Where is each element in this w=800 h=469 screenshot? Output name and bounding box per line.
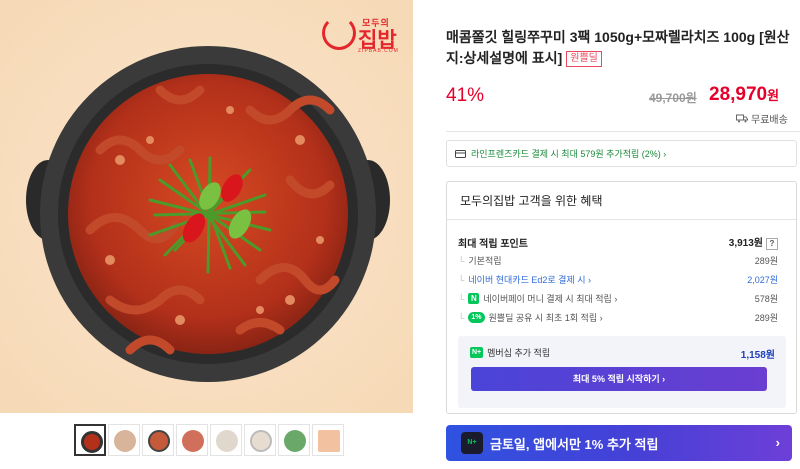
max-points-value: 3,913원	[728, 238, 763, 249]
thumbnail-4[interactable]	[176, 424, 208, 456]
benefit-label[interactable]: 네이버페이 머니 결제 시 최대 적립 ›	[483, 292, 617, 305]
divider	[446, 131, 800, 132]
benefits-heading: 모두의집밥 고객을 위한 혜택	[447, 182, 796, 220]
card-promo-text: 라인프렌즈카드 결제 시 최대 579원 추가적립 (2%) ›	[471, 149, 667, 159]
naver-plus-app-icon: N+	[461, 432, 483, 454]
sale-price-unit: 원	[767, 88, 780, 103]
benefit-row-hyundai-card[interactable]: └ 네이버 현대카드 Ed2로 결제 시 › 2,027원	[458, 273, 778, 286]
help-icon[interactable]: ?	[766, 238, 778, 250]
product-title: 매콤쫄깃 힐링쭈꾸미 3팩 1050g+모짜렐라치즈 100g [원산지:상세설…	[446, 27, 798, 69]
benefit-value: 578원	[754, 294, 778, 304]
product-main-image[interactable]	[0, 0, 413, 413]
zipbab-logo: 모두의 집밥 ZIPBAB.COM	[322, 14, 402, 54]
credit-card-icon	[455, 149, 466, 158]
app-promo-text: 금토일, 앱에서만 1% 추가 적립	[490, 436, 659, 452]
membership-box: N+ 멤버십 추가 적립 1,158원 최대 5% 적립 시작하기 ›	[458, 336, 786, 408]
thumbnail-7[interactable]	[278, 424, 310, 456]
truck-icon	[736, 114, 748, 123]
product-page: 모두의 집밥 ZIPBAB.COM 매콤쫄깃 힐링쭈꾸미 3팩 1050g+모짜…	[0, 0, 800, 469]
sale-price-number: 28,970	[709, 84, 768, 105]
shipping-info: 무료배송	[736, 111, 788, 126]
naverpay-icon: N	[468, 293, 480, 304]
naver-plus-icon: N+	[470, 347, 484, 358]
oneplus-deal-badge: 원쁠딜	[566, 51, 602, 67]
max-points-label: 최대 적립 포인트	[458, 238, 528, 250]
thumbnail-6[interactable]	[244, 424, 276, 456]
max-points-row: 최대 적립 포인트 3,913원?	[458, 234, 778, 250]
product-gallery: 모두의 집밥 ZIPBAB.COM	[0, 0, 428, 469]
card-promo-banner[interactable]: 라인프렌즈카드 결제 시 최대 579원 추가적립 (2%) ›	[446, 140, 797, 167]
membership-label: 멤버십 추가 적립	[487, 348, 551, 358]
benefit-value: 2,027원	[747, 275, 778, 285]
app-promo-banner[interactable]: N+ 금토일, 앱에서만 1% 추가 적립 ›	[446, 425, 792, 461]
logo-mark-icon	[322, 16, 356, 50]
benefit-row-naverpay[interactable]: └ N 네이버페이 머니 결제 시 최대 적립 › 578원	[458, 292, 778, 305]
percent-pill-icon: 1%	[468, 312, 485, 323]
benefit-value: 289원	[754, 256, 778, 266]
product-info: 매콤쫄깃 힐링쭈꾸미 3팩 1050g+모짜렐라치즈 100g [원산지:상세설…	[446, 0, 800, 469]
shipping-text: 무료배송	[751, 115, 788, 126]
benefit-label: 기본적립	[468, 256, 502, 266]
thumbnail-strip	[74, 424, 344, 456]
membership-label-group: N+ 멤버십 추가 적립	[470, 346, 550, 359]
thumbnail-8[interactable]	[312, 424, 344, 456]
benefit-value: 289원	[754, 313, 778, 323]
sale-price: 28,970원	[709, 84, 779, 106]
product-title-text: 매콤쫄깃 힐링쭈꾸미 3팩 1050g+모짜렐라치즈 100g [원산지:상세설…	[446, 29, 790, 66]
thumbnail-1[interactable]	[74, 424, 106, 456]
original-price: 49,700원	[649, 91, 697, 105]
discount-rate: 41%	[446, 85, 485, 106]
thumbnail-3[interactable]	[142, 424, 174, 456]
membership-start-button[interactable]: 최대 5% 적립 시작하기 ›	[471, 367, 767, 391]
thumbnail-5[interactable]	[210, 424, 242, 456]
benefit-row-share[interactable]: └ 1% 원쁠딜 공유 시 최초 1회 적립 › 289원	[458, 311, 778, 324]
product-photo	[0, 0, 413, 413]
benefit-label[interactable]: 네이버 현대카드 Ed2로 결제 시 ›	[468, 273, 591, 286]
benefit-row-basic: └ 기본적립 289원	[458, 255, 778, 267]
thumbnail-2[interactable]	[108, 424, 140, 456]
logo-url-text: ZIPBAB.COM	[358, 48, 399, 54]
membership-value: 1,158원	[740, 350, 775, 361]
chevron-right-icon: ›	[775, 435, 780, 450]
benefit-label[interactable]: 원쁠딜 공유 시 최초 1회 적립 ›	[489, 311, 603, 324]
benefits-panel: 모두의집밥 고객을 위한 혜택 최대 적립 포인트 3,913원? └ 기본적립 …	[446, 181, 797, 414]
